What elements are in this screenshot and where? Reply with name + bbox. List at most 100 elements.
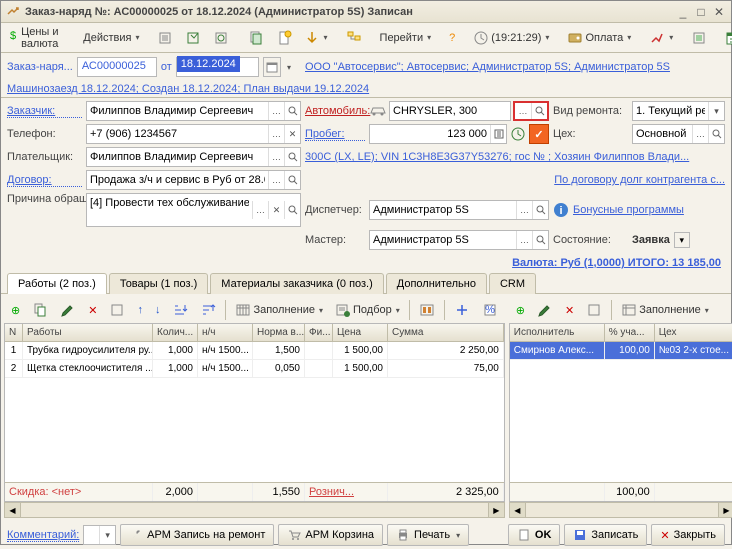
ok-button[interactable]: OK [508,524,561,546]
tool-d[interactable]: % [477,299,503,321]
clear-button[interactable]: ✕ [268,201,284,219]
arm-repair-button[interactable]: АРМ Запись на ремонт [120,524,274,546]
scroll-left-button[interactable]: ◀ [510,503,526,517]
arm-cart-button[interactable]: АРМ Корзина [278,524,383,546]
orange-action-button[interactable]: ✓ [529,124,549,144]
minimize-button[interactable]: _ [675,5,691,19]
chevron-down-icon[interactable]: ▾ [287,63,291,72]
org-link[interactable]: ООО "Автосервис"; Автосервис; Администра… [305,61,725,73]
auto-label[interactable]: Автомобиль: [305,105,365,117]
repair-type-input[interactable] [633,105,708,117]
comment-label[interactable]: Комментарий: [7,529,79,542]
contract-label[interactable]: Договор: [7,174,82,187]
tool-icon-1[interactable] [153,27,179,49]
payer-field[interactable]: … [86,147,301,167]
table-row[interactable]: 1 Трубка гидроусилителя ру... 1,000 н/ч … [5,342,504,360]
search-button[interactable] [532,201,548,219]
tool-icon-6[interactable]: ▾ [299,27,333,49]
prices-button[interactable]: $ Цены и валюта [5,27,70,49]
fill-button[interactable]: Заполнение ▾ [616,299,714,321]
reason-input[interactable] [87,194,252,209]
state-button[interactable]: ▾ [674,232,690,248]
copy-button[interactable] [27,299,53,321]
date-field[interactable]: 18.12.2024 [176,57,259,77]
add-button[interactable]: ⊕ [511,299,530,321]
comment-field[interactable]: ▾ [83,525,116,545]
bonus-link[interactable]: Бонусные программы [573,204,684,216]
tab-extra[interactable]: Дополнительно [386,273,487,294]
tab-goods[interactable]: Товары (1 поз.) [109,273,208,294]
move-down-button[interactable]: ↓ [150,299,166,321]
col-workshop[interactable]: Цех [655,324,732,341]
delete-button[interactable]: ✕ [83,299,102,321]
tool-icon-3[interactable] [209,27,235,49]
auto-input[interactable] [390,105,510,117]
ellipsis-button[interactable]: … [516,231,532,249]
tool-b[interactable] [414,299,440,321]
master-input[interactable] [370,234,516,246]
tool-c[interactable] [449,299,475,321]
search-button[interactable] [284,102,300,120]
tool-icon-9[interactable]: ▾ [644,27,678,49]
payment-button[interactable]: Оплата ▾ [562,27,636,49]
history-link[interactable]: Машинозаезд 18.12.2024; Создан 18.12.202… [1,81,731,98]
docnum-field[interactable]: АС00000025 [77,57,157,77]
save-button[interactable]: Записать [564,524,647,546]
col-qty[interactable]: Колич... [153,324,198,341]
clear-button[interactable]: ✕ [284,125,300,143]
goto-button[interactable]: Перейти ▾ [375,27,437,49]
mileage-input[interactable] [370,128,490,140]
ellipsis-button[interactable]: … [268,125,284,143]
col-performer[interactable]: Исполнитель [510,324,605,341]
col-nh[interactable]: н/ч [198,324,253,341]
vin-link[interactable]: 300C (LX, LE); VIN 1C3H8E3G37Y53276; гос… [305,151,725,163]
print-button[interactable]: Печать ▾ [387,524,469,546]
calc-button[interactable] [490,125,506,143]
h-scrollbar[interactable]: ◀ ▶ [4,502,505,518]
payer-input[interactable] [87,151,268,163]
workshop-field[interactable]: … [632,124,725,144]
customer-label[interactable]: Заказчик: [7,105,82,118]
col-n[interactable]: N [5,324,23,341]
auto-field[interactable] [389,101,511,121]
tool-calendar-icon[interactable] [720,27,732,49]
search-button[interactable] [284,201,300,219]
dispatcher-input[interactable] [370,204,516,216]
edit-button[interactable] [55,299,81,321]
contract-input[interactable] [87,174,268,186]
ellipsis-button[interactable]: … [515,102,531,120]
phone-field[interactable]: … ✕ [86,124,301,144]
col-sum[interactable]: Сумма [388,324,504,341]
sort-asc-button[interactable] [167,299,193,321]
scroll-left-button[interactable]: ◀ [5,503,21,517]
customer-field[interactable]: … [86,101,301,121]
ellipsis-button[interactable]: … [252,201,268,219]
add-button[interactable]: ⊕ [6,299,25,321]
close-window-button[interactable]: ✕ Закрыть [651,524,725,546]
help-button[interactable]: ? [444,27,460,49]
grid-body[interactable]: Смирнов Алекс... 100,00 №03 2-х стое... [510,342,732,482]
table-row[interactable]: 2 Щетка стеклоочистителя ... 1,000 н/ч 1… [5,360,504,378]
tool-icon-4[interactable] [243,27,269,49]
workshop-input[interactable] [633,128,692,140]
ellipsis-button[interactable]: … [268,148,284,166]
col-works[interactable]: Работы [23,324,153,341]
move-up-button[interactable]: ↑ [132,299,148,321]
select-button[interactable]: Подбор ▾ [330,299,405,321]
grid-body[interactable]: 1 Трубка гидроусилителя ру... 1,000 н/ч … [5,342,504,482]
reason-field[interactable]: … ✕ [86,193,301,227]
sort-desc-button[interactable] [195,299,221,321]
search-button[interactable] [284,148,300,166]
col-percent[interactable]: % уча... [605,324,655,341]
tool-icon-10[interactable] [686,27,712,49]
col-price[interactable]: Цена [333,324,388,341]
actions-button[interactable]: Действия ▾ [78,27,144,49]
search-button[interactable] [284,171,300,189]
customer-input[interactable] [87,105,268,117]
tab-materials[interactable]: Материалы заказчика (0 поз.) [210,273,384,294]
contract-field[interactable]: … [86,170,301,190]
chevron-down-icon[interactable]: ▾ [99,526,115,544]
retail-link[interactable]: Рознич... [305,483,388,501]
col-norm[interactable]: Норма в... [253,324,305,341]
delete-button[interactable]: ✕ [560,299,579,321]
